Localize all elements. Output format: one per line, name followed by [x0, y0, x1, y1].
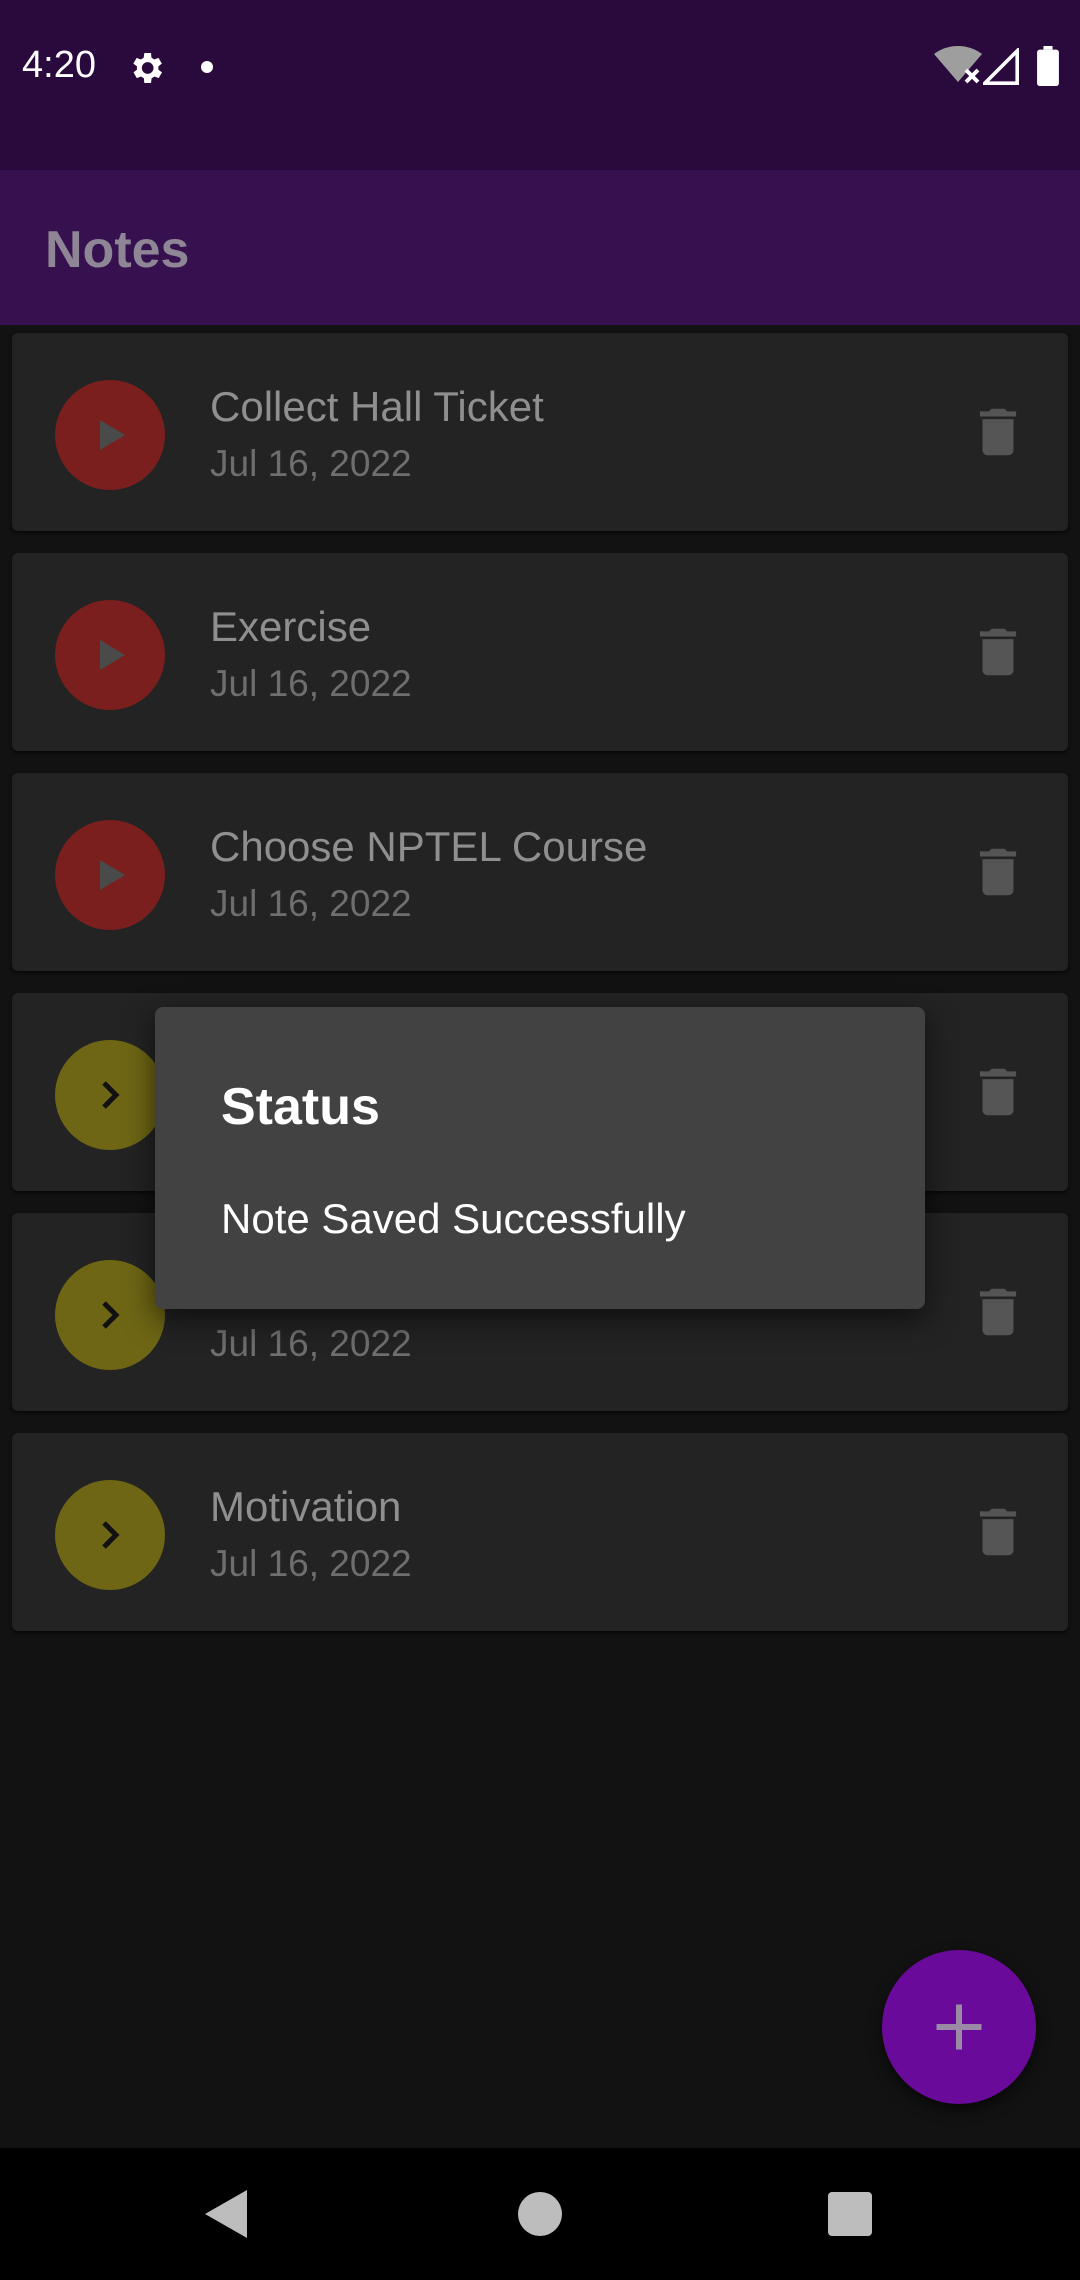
app-title: Notes [45, 221, 190, 279]
wifi-off-icon [934, 46, 982, 84]
dialog-title: Status [221, 1078, 380, 1136]
note-title: Motivation [210, 1483, 402, 1530]
note-card[interactable]: Collect Hall Ticket Jul 16, 2022 [12, 333, 1068, 531]
navigation-bar [0, 2148, 1080, 2280]
note-date: Jul 16, 2022 [210, 883, 412, 924]
play-icon [55, 820, 165, 930]
status-time: 4:20 [22, 44, 96, 86]
note-status-button[interactable] [55, 1040, 165, 1150]
note-card[interactable]: Choose NPTEL Course Jul 16, 2022 [12, 773, 1068, 971]
note-status-button[interactable] [55, 820, 165, 930]
dialog-message: Note Saved Successfully [221, 1195, 686, 1242]
battery-icon [1037, 46, 1059, 86]
add-note-button[interactable] [882, 1950, 1036, 2104]
note-card[interactable]: Exercise Jul 16, 2022 [12, 553, 1068, 751]
note-status-button[interactable] [55, 1480, 165, 1590]
chevron-right-icon [55, 1040, 165, 1150]
note-title: Collect Hall Ticket [210, 383, 544, 430]
status-dialog[interactable]: Status Note Saved Successfully [155, 1007, 925, 1309]
trash-icon[interactable] [967, 1061, 1029, 1123]
plus-icon [936, 2004, 982, 2050]
note-title: Exercise [210, 603, 372, 650]
signal-icon [983, 48, 1019, 85]
note-status-button[interactable] [55, 380, 165, 490]
trash-icon[interactable] [967, 401, 1029, 463]
note-date: Jul 16, 2022 [210, 1543, 412, 1584]
recents-icon[interactable] [828, 2192, 872, 2236]
note-status-button[interactable] [55, 1260, 165, 1370]
back-icon[interactable] [203, 2188, 251, 2240]
play-icon [55, 600, 165, 710]
note-card[interactable]: Motivation Jul 16, 2022 [12, 1433, 1068, 1631]
note-status-button[interactable] [55, 600, 165, 710]
trash-icon[interactable] [967, 1501, 1029, 1563]
chevron-right-icon [55, 1480, 165, 1590]
chevron-right-icon [55, 1260, 165, 1370]
settings-icon [133, 53, 162, 83]
note-date: Jul 16, 2022 [210, 663, 412, 704]
note-title: Choose NPTEL Course [210, 823, 648, 870]
play-icon [55, 380, 165, 490]
note-date: Jul 16, 2022 [210, 1323, 412, 1364]
note-date: Jul 16, 2022 [210, 443, 412, 484]
screen: 4:20 Notes Collect Hall Ticket Jul 16, 2… [0, 0, 1080, 2280]
app-bar: Notes [0, 170, 1080, 325]
trash-icon[interactable] [967, 841, 1029, 903]
status-bar: 4:20 [0, 0, 1080, 170]
trash-icon[interactable] [967, 1281, 1029, 1343]
notification-dot-icon [201, 61, 213, 73]
home-icon[interactable] [518, 2192, 562, 2236]
trash-icon[interactable] [967, 621, 1029, 683]
